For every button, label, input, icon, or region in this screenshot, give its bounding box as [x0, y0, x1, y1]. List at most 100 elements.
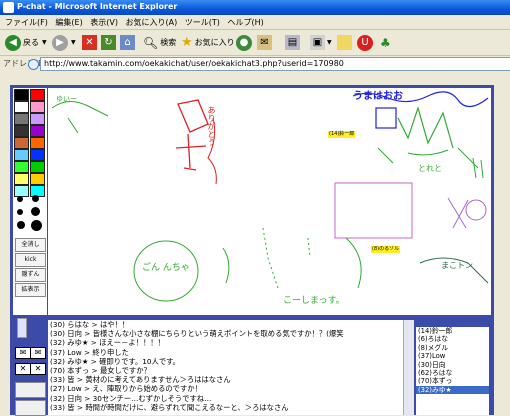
menu-tools[interactable]: ツール(T) [185, 17, 220, 28]
color-swatch[interactable] [30, 125, 45, 137]
print-icon: ▤ [285, 35, 300, 50]
chevron-down-icon[interactable]: ▼ [327, 39, 332, 46]
color-swatch[interactable] [14, 89, 29, 101]
canvas-user-tag: (14)鈴一郎 [328, 131, 356, 138]
messenger-button[interactable]: ♣ [380, 34, 391, 51]
color-swatch[interactable] [14, 113, 29, 125]
history-icon: ✉ [257, 35, 272, 50]
close-icon[interactable]: ✕ [15, 363, 31, 375]
canvas-text: こーしまっす。 [283, 296, 345, 306]
chat-scrollbar[interactable] [403, 320, 414, 415]
toolbar: ◀ 戻る ▼ ▶ ▼ ✕ ↻ ⌂ 🔍︎ 検索 ★ お気に入り ● ✉ ▤ ▣ ▼… [0, 30, 510, 56]
color-swatch[interactable] [30, 89, 45, 101]
canvas-text: ゆいー [56, 95, 77, 103]
show-button[interactable]: 拡表示 [15, 283, 46, 297]
close-icon[interactable]: ✕ [30, 363, 46, 375]
window-title: P-chat - Microsoft Internet Explorer [17, 2, 178, 11]
media-button[interactable]: ● [236, 34, 252, 51]
menu-file[interactable]: ファイル(F) [5, 17, 48, 28]
chat-line: (32) みゆ★ > 確即りです。10人です。 [50, 356, 180, 366]
mail-icon[interactable]: ✉ [15, 347, 31, 359]
color-swatch[interactable] [14, 137, 29, 149]
canvas-text: まこトン [441, 261, 473, 270]
clear-all-button[interactable]: 全消し [15, 238, 46, 252]
color-swatch[interactable] [14, 101, 29, 113]
history-button[interactable]: ✉ [257, 34, 272, 51]
color-swatch[interactable] [30, 161, 45, 173]
forward-button[interactable]: ▶ ▼ [52, 34, 76, 51]
user-list-item[interactable]: (14)鈴一郎 [416, 327, 489, 335]
hide-button[interactable]: 隠ずん [15, 268, 46, 282]
stop-button[interactable]: ✕ [82, 34, 97, 51]
color-swatch[interactable] [14, 149, 29, 161]
chevron-down-icon[interactable]: ▼ [42, 39, 47, 46]
user-list-item[interactable]: (37)Low [416, 352, 489, 360]
canvas-drawing [51, 91, 489, 302]
canvas-text: ありがとう [207, 106, 216, 146]
addon-button[interactable]: U [357, 34, 373, 51]
chat-line: (30) 日向 > 皆様さんな小さな棚にちらりという萌えポイントを取める気ですか… [50, 329, 344, 339]
user-list-item-selected[interactable]: (32)みゆ★ [416, 385, 489, 395]
folder-icon [337, 35, 352, 50]
brush-xlarge-icon[interactable] [31, 220, 42, 231]
messenger-icon: ♣ [380, 35, 391, 50]
chat-log: (30) らはな > はや！！ (30) 日向 > 皆様さんな小さな棚にちらりと… [48, 320, 410, 415]
color-swatch[interactable] [30, 137, 45, 149]
user-list-item[interactable]: (30)日向 [416, 361, 489, 369]
color-swatch[interactable] [30, 149, 45, 161]
ie-logo-icon [3, 2, 14, 13]
color-swatch[interactable] [14, 173, 29, 185]
search-button[interactable]: 🔍︎ 検索 [143, 34, 176, 51]
home-button[interactable]: ⌂ [120, 34, 135, 51]
refresh-icon: ↻ [101, 35, 116, 50]
address-input[interactable]: http://www.takamin.com/oekakichat/user/o… [40, 57, 510, 71]
favorites-button[interactable]: ★ お気に入り [181, 34, 235, 51]
control-button[interactable] [15, 382, 46, 398]
folder-button[interactable] [337, 34, 352, 51]
edit-button[interactable]: ▣ ▼ [310, 34, 332, 51]
back-button[interactable]: ◀ 戻る ▼ [5, 34, 47, 51]
brush-small-icon[interactable] [17, 209, 23, 215]
user-list-item[interactable]: (8)メグル [416, 344, 489, 352]
media-icon: ● [236, 34, 252, 51]
menu-bar: ファイル(F) 編集(E) 表示(V) お気に入り(A) ツール(T) ヘルプ(… [0, 15, 510, 30]
color-swatch[interactable] [14, 161, 29, 173]
user-list-item[interactable]: (6)ろはな [416, 335, 489, 343]
refresh-button[interactable]: ↻ [101, 34, 116, 51]
menu-edit[interactable]: 編集(E) [55, 17, 82, 28]
chat-line: (33) 皆 > 時間が時間だけに、避らずれて聞こえるなーと、＞ろはなさん [50, 402, 289, 412]
brush-medium-icon[interactable] [32, 195, 39, 202]
kick-button[interactable]: kick [15, 253, 46, 267]
menu-favorites[interactable]: お気に入り(A) [126, 17, 178, 28]
home-icon: ⌂ [120, 35, 135, 50]
chat-line: (30) らはな > はや！！ [50, 320, 130, 329]
color-swatch[interactable] [14, 125, 29, 137]
title-bar: P-chat - Microsoft Internet Explorer [0, 0, 510, 15]
menu-help[interactable]: ヘルプ(H) [227, 17, 263, 28]
print-button[interactable]: ▤ [285, 34, 300, 51]
drawing-canvas[interactable]: (14)鈴一郎 (8)のるゾル うまはおお ゆいー ありがとう とれと まこトン… [48, 88, 491, 315]
user-list: (14)鈴一郎 (6)ろはな (8)メグル (37)Low (30)日向 (62… [416, 327, 489, 415]
volume-slider[interactable] [17, 318, 27, 338]
brush-small-icon[interactable] [17, 196, 23, 202]
addon-icon: U [357, 34, 373, 51]
forward-arrow-icon: ▶ [52, 34, 68, 51]
chat-line: (33) 皆 > 黄材のに考えてありますせん＞ろははなさん [50, 375, 231, 385]
address-bar: アドレス(D) http://www.takamin.com/oekakicha… [0, 56, 510, 72]
color-swatch[interactable] [14, 185, 29, 197]
canvas-text: うまはおお [353, 91, 403, 102]
canvas-text: ごん んちゃ [142, 263, 190, 273]
control-button[interactable] [15, 400, 46, 416]
brush-small-icon[interactable] [17, 221, 25, 229]
brush-large-icon[interactable] [31, 207, 40, 216]
user-list-item[interactable]: (70)本ずっ [416, 377, 489, 385]
mail-icon[interactable]: ✉ [30, 347, 46, 359]
chat-line: (37) Low > 終り申した [50, 347, 129, 357]
color-swatch[interactable] [30, 173, 45, 185]
color-swatch[interactable] [30, 113, 45, 125]
page-icon [28, 59, 39, 70]
menu-view[interactable]: 表示(V) [90, 17, 118, 28]
color-swatch[interactable] [30, 101, 45, 113]
star-icon: ★ [181, 35, 193, 50]
chevron-down-icon[interactable]: ▼ [71, 39, 76, 46]
